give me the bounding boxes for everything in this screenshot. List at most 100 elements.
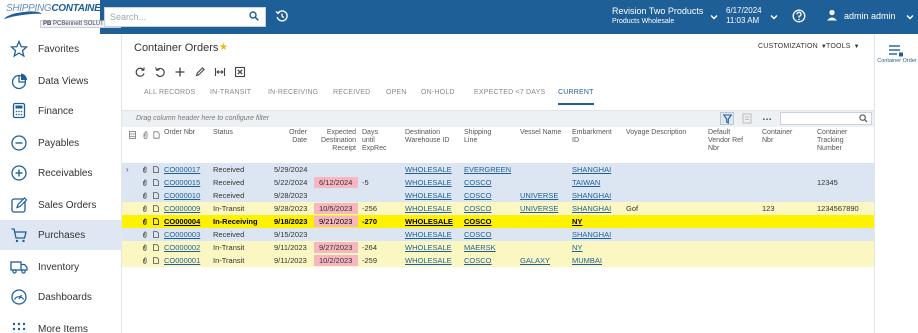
tab-on-hold[interactable]: ON-HOLD [421,89,455,105]
order-nbr-link[interactable]: CO000009 [164,204,200,213]
embarkment-link[interactable]: NY [572,217,582,226]
vessel-link[interactable]: GALAXY [520,256,550,265]
col-voyage-description[interactable]: Voyage Description [626,129,686,137]
embarkment-link[interactable]: NY [572,243,582,252]
tab-expected-7-days[interactable]: EXPECTED <7 DAYS [474,89,545,105]
export-excel-icon[interactable] [234,66,246,78]
column-settings-icon[interactable] [129,131,136,139]
col-embarkment-id[interactable]: Embarkment ID [572,129,612,145]
vessel-link[interactable]: UNIVERSE [520,204,558,213]
col-expected-receipt[interactable]: Expected Destination Receipt [314,129,356,153]
user-icon[interactable] [826,9,838,21]
sidebar-item-sales-orders[interactable]: Sales Orders [0,190,122,220]
add-icon[interactable] [174,66,186,78]
customization-menu[interactable]: CUSTOMIZATION ▼ [758,43,827,50]
note-icon[interactable] [153,179,159,186]
attachment-icon[interactable] [142,244,148,251]
col-tracking-number[interactable]: Container Tracking Number [817,129,847,153]
order-nbr-link[interactable]: CO000002 [164,243,200,252]
search-input[interactable] [105,8,245,26]
embarkment-link[interactable]: SHANGHAI [572,204,611,213]
shipping-line-link[interactable]: MAERSK [464,243,496,252]
favorite-star-icon[interactable]: ★ [219,42,228,53]
embarkment-link[interactable]: TAIWAN [572,178,600,187]
refresh-icon[interactable] [134,66,146,78]
table-row[interactable]: CO000001 In-Transit 9/11/2023 10/2/2023 … [122,254,874,267]
shipping-line-link[interactable]: EVERGREEN [464,165,511,174]
warehouse-link[interactable]: WHOLESALE [405,230,452,239]
note-icon[interactable] [153,205,159,212]
company-logo[interactable]: SHIPPINGCONTAINER PB PCBennett SOLUTIONS [0,0,122,34]
chevron-down-icon[interactable] [770,13,778,21]
business-date-selector[interactable]: 6/17/2024 11:03 AM [726,6,762,26]
sidebar-item-inventory[interactable]: Inventory [0,252,122,282]
warehouse-link[interactable]: WHOLESALE [405,256,452,265]
note-icon[interactable] [153,192,159,199]
note-icon[interactable] [153,257,159,264]
col-order-date[interactable]: Order Date [281,129,307,145]
order-nbr-link[interactable]: CO000001 [164,256,200,265]
table-row[interactable]: CO000003 Received 9/15/2023 WHOLESALE CO… [122,228,874,241]
group-by-bar[interactable]: Drag column header here to configure fil… [122,111,874,127]
shipping-line-link[interactable]: COSCO [464,256,492,265]
shipping-line-link[interactable]: COSCO [464,191,492,200]
warehouse-link[interactable]: WHOLESALE [405,165,452,174]
order-nbr-link[interactable]: CO000003 [164,230,200,239]
attachment-icon[interactable] [142,218,148,225]
col-days-until[interactable]: Days until ExpRec [362,129,387,153]
shipping-line-link[interactable]: COSCO [464,217,492,226]
warehouse-link[interactable]: WHOLESALE [405,178,452,187]
order-nbr-link[interactable]: CO000015 [164,178,200,187]
table-row[interactable]: CO000010 Received 9/28/2023 WHOLESALE CO… [122,189,874,202]
embarkment-link[interactable]: MUMBAI [572,256,602,265]
vessel-link[interactable]: UNIVERSE [520,191,558,200]
tab-open[interactable]: OPEN [386,89,407,105]
shipping-line-link[interactable]: COSCO [464,204,492,213]
col-order-nbr[interactable]: Order Nbr [164,129,195,137]
embarkment-link[interactable]: SHANGHAI [572,191,611,200]
warehouse-link[interactable]: WHOLESALE [405,217,453,226]
sidebar-item-favorites[interactable]: Favorites [0,34,122,64]
sidebar-item-more-items[interactable]: More Items [0,314,122,333]
note-icon[interactable] [153,218,159,225]
company-selector[interactable]: Revision Two Products Products Wholesale [612,6,703,25]
table-row[interactable]: CO000009 In-Transit 9/28/2023 10/5/2023 … [122,202,874,215]
shipping-line-link[interactable]: COSCO [464,230,492,239]
col-status[interactable]: Status [213,129,233,137]
sidebar-item-purchases[interactable]: Purchases [0,220,122,250]
table-row[interactable]: › CO000017 Received 5/29/2024 WHOLESALE … [122,163,874,176]
attachment-icon[interactable] [142,257,148,264]
tab-current[interactable]: CURRENT [558,89,594,105]
sidebar-item-data-views[interactable]: Data Views [0,66,122,96]
container-order-panel-label[interactable]: Container Order [877,58,917,65]
sidebar-item-dashboards[interactable]: Dashboards [0,282,122,312]
help-icon[interactable] [792,9,806,23]
table-row[interactable]: CO000002 In-Transit 9/11/2023 9/27/2023 … [122,241,874,254]
more-options-icon[interactable]: … [762,112,772,123]
note-icon[interactable] [153,244,159,251]
table-row[interactable]: CO000015 Received 5/22/2024 6/12/2024 -5… [122,176,874,189]
sidebar-item-receivables[interactable]: Receivables [0,158,122,188]
note-icon[interactable] [153,231,159,238]
order-nbr-link[interactable]: CO000017 [164,165,200,174]
tab-in-transit[interactable]: IN-TRANSIT [210,89,251,105]
grid-search-input[interactable] [780,112,872,125]
tab-all-records[interactable]: ALL RECORDS [144,89,195,105]
warehouse-link[interactable]: WHOLESALE [405,204,452,213]
sidebar-item-finance[interactable]: Finance [0,96,122,126]
col-shipping-line[interactable]: Shipping Line [464,129,491,145]
chevron-down-icon[interactable] [710,13,718,21]
note-icon[interactable] [153,166,159,173]
tab-received[interactable]: RECEIVED [333,89,370,105]
undo-icon[interactable] [154,66,166,78]
attachment-icon[interactable] [142,179,148,186]
search-icon[interactable] [249,11,259,21]
tab-in-receiving[interactable]: IN-RECEIVING [268,89,318,105]
history-icon[interactable] [275,9,289,23]
export-icon[interactable] [742,113,752,124]
filter-button[interactable] [720,112,734,125]
attachment-icon[interactable] [142,192,148,199]
embarkment-link[interactable]: SHANGHAI [572,230,611,239]
col-container-nbr[interactable]: Container Nbr [762,129,792,145]
warehouse-link[interactable]: WHOLESALE [405,243,452,252]
